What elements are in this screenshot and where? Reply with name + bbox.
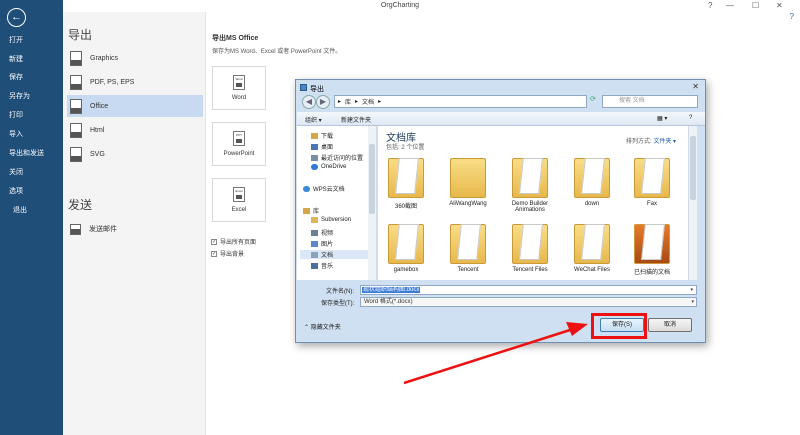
annotation-arrow-icon	[403, 322, 588, 385]
